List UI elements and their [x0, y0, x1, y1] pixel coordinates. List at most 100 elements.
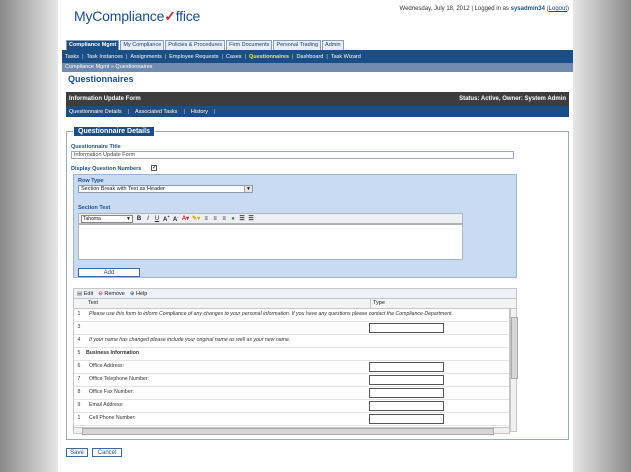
- answer-input[interactable]: [369, 414, 444, 424]
- row-number: 4: [77, 337, 81, 343]
- bold-icon[interactable]: B: [136, 216, 142, 222]
- section-text-label: Section Text: [78, 205, 111, 211]
- row-number: 1: [77, 311, 81, 317]
- font-size-down-icon[interactable]: A-: [173, 214, 179, 223]
- grid-horizontal-scrollbar[interactable]: [73, 427, 510, 435]
- subnav-dashboard[interactable]: Dashboard: [293, 54, 326, 60]
- subnav-tasks[interactable]: Tasks: [62, 54, 82, 60]
- tab-questionnaire-details[interactable]: Questionnaire Details: [66, 109, 125, 115]
- row-number: 1: [77, 415, 81, 421]
- logout-link[interactable]: Logout: [549, 6, 567, 12]
- align-left-icon[interactable]: ≡: [203, 216, 209, 222]
- form-status: Status: Active, Owner: System Admin: [459, 96, 566, 102]
- table-row[interactable]: 5 Business Information: [74, 348, 509, 361]
- page-title: Questionnaires: [68, 74, 134, 84]
- display-numbers-label: Display Question Numbers: [71, 166, 142, 172]
- table-row[interactable]: 4 If your name has changed please include…: [74, 335, 509, 348]
- row-text: Cell Phone Number:: [89, 415, 136, 421]
- font-size-up-icon[interactable]: A+: [163, 214, 170, 223]
- edit-label: Edit: [83, 290, 94, 297]
- table-row[interactable]: 3: [74, 322, 509, 335]
- font-color-icon[interactable]: A▾: [182, 215, 189, 222]
- subnav-task-wizard[interactable]: Task Wizard: [328, 54, 364, 60]
- save-button[interactable]: Save: [66, 448, 88, 457]
- section-title: Questionnaire Details: [73, 126, 155, 137]
- questionnaire-title-label: Questionnaire Title: [71, 144, 121, 150]
- subnav-cases[interactable]: Cases: [223, 54, 245, 60]
- tab-my-compliance[interactable]: My Compliance: [120, 40, 165, 50]
- row-number: 3: [77, 324, 81, 330]
- answer-input[interactable]: [369, 401, 444, 411]
- col-text-header: Text: [88, 300, 99, 306]
- chevron-down-icon: ▼: [126, 215, 131, 222]
- display-numbers-checkbox[interactable]: ✓: [151, 165, 157, 171]
- grid-vertical-scrollbar[interactable]: [510, 309, 518, 432]
- tab-associated-tasks[interactable]: Associated Tasks: [132, 109, 180, 115]
- row-text: Please use this form to inform Complianc…: [89, 311, 453, 317]
- row-type-select[interactable]: Section Break with Text as Header ▼: [78, 185, 253, 193]
- highlight-icon[interactable]: ✎▾: [192, 215, 200, 222]
- table-row[interactable]: 8 Office Fax Number:: [74, 387, 509, 400]
- help-icon: ⊕: [129, 290, 135, 297]
- answer-input[interactable]: [369, 388, 444, 398]
- page: MyCompliance✓ffice Wednesday, July 18, 2…: [62, 0, 573, 472]
- table-row[interactable]: 6 Office Address:: [74, 361, 509, 374]
- row-text: Email Address:: [89, 402, 124, 408]
- row-number: 9: [77, 402, 81, 408]
- section-text-editor[interactable]: [78, 224, 463, 260]
- table-row[interactable]: 7 Office Telephone Number:: [74, 374, 509, 387]
- italic-icon[interactable]: I: [145, 216, 151, 222]
- form-title: Information Update Form: [69, 96, 141, 102]
- subnav-employee-requests[interactable]: Employee Requests: [166, 54, 221, 60]
- align-center-icon[interactable]: ≡: [212, 216, 218, 222]
- row-editor-panel: Row Type Section Break with Text as Head…: [73, 174, 517, 278]
- scroll-thumb-horizontal[interactable]: [82, 428, 494, 435]
- questionnaire-details-section: Questionnaire Details Questionnaire Titl…: [66, 126, 569, 440]
- table-row[interactable]: 1 Please use this form to inform Complian…: [74, 309, 509, 322]
- tab-personal-trading[interactable]: Personal Trading: [273, 40, 322, 50]
- scroll-thumb[interactable]: [511, 317, 518, 379]
- breadcrumb: Compliance Mgmt » Questionnaires: [62, 63, 573, 72]
- tab-compliance-mgmt[interactable]: Compliance Mgmt: [66, 40, 120, 50]
- insert-link-icon[interactable]: ●: [230, 216, 236, 222]
- tab-history[interactable]: History: [188, 109, 211, 115]
- row-type-label: Row Type: [78, 178, 104, 184]
- row-text: Office Telephone Number:: [89, 376, 150, 382]
- logo-text-end: ffice: [175, 8, 201, 24]
- ordered-list-icon[interactable]: ☰: [239, 215, 245, 222]
- date-login-text: Wednesday, July 18, 2012 | Logged in as: [399, 6, 511, 12]
- remove-button[interactable]: ⊖ Remove: [98, 291, 125, 297]
- edit-icon: ▤: [77, 290, 83, 297]
- table-row[interactable]: 9 Email Address:: [74, 400, 509, 413]
- answer-input[interactable]: [369, 375, 444, 385]
- cancel-button[interactable]: Cancel: [92, 448, 122, 457]
- subnav-questionnaires[interactable]: Questionnaires: [246, 54, 292, 60]
- tab-admin[interactable]: Admin: [322, 40, 344, 50]
- row-text: Business Information: [86, 350, 140, 356]
- row-number: 5: [77, 350, 81, 356]
- table-row[interactable]: 1 Cell Phone Number:: [74, 413, 509, 426]
- row-number: 6: [77, 363, 81, 369]
- underline-icon[interactable]: U: [154, 216, 160, 222]
- form-tabs: Questionnaire Details | Associated Tasks |…: [66, 106, 569, 117]
- answer-input[interactable]: [369, 362, 444, 372]
- align-right-icon[interactable]: ≡: [221, 216, 227, 222]
- tab-policies-procedures[interactable]: Policies & Procedures: [165, 40, 226, 50]
- subnav-assignments[interactable]: Assignments: [127, 54, 165, 60]
- font-select[interactable]: Tahoma ▼: [81, 214, 133, 223]
- remove-label: Remove: [104, 290, 125, 297]
- remove-icon: ⊖: [98, 290, 103, 297]
- add-button[interactable]: Add: [78, 268, 140, 277]
- left-backdrop: [0, 0, 58, 472]
- bullet-list-icon[interactable]: ☰: [248, 215, 254, 222]
- row-number: 7: [77, 376, 81, 382]
- tab-firm-documents[interactable]: Firm Documents: [226, 40, 273, 50]
- help-button[interactable]: ⊕ Help: [130, 291, 147, 297]
- subnav-task-instances[interactable]: Task Instances: [84, 54, 126, 60]
- questions-grid: 1 Please use this form to inform Complian…: [73, 309, 510, 432]
- row-number: 8: [77, 389, 81, 395]
- answer-input[interactable]: [369, 323, 444, 333]
- edit-button[interactable]: ▤ Edit: [77, 291, 93, 297]
- user-bar: Wednesday, July 18, 2012 | Logged in as …: [399, 6, 569, 12]
- questionnaire-title-input[interactable]: Information Update Form: [71, 151, 514, 159]
